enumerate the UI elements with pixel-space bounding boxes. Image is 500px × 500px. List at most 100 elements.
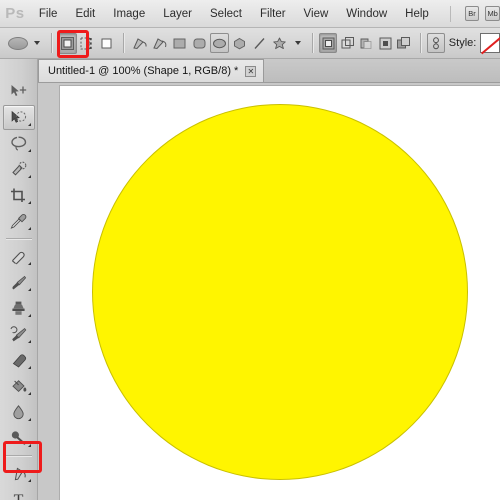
- clone-stamp-tool[interactable]: [3, 296, 35, 321]
- pen-tool-button[interactable]: [130, 33, 149, 53]
- dodge-icon: [11, 431, 26, 445]
- lasso-tool[interactable]: [3, 131, 35, 156]
- menu-window[interactable]: Window: [337, 0, 396, 28]
- options-bar: Style:: [0, 28, 500, 59]
- line-tool-button[interactable]: [250, 33, 269, 53]
- rectangle-icon: [173, 38, 186, 48]
- toolbar-divider-1: [5, 238, 32, 239]
- canvas-area[interactable]: [38, 83, 500, 500]
- intersect-shape-areas-button[interactable]: [376, 33, 394, 53]
- ellipse-tool-button[interactable]: [210, 33, 230, 53]
- rectangle-tool-button[interactable]: [170, 33, 189, 53]
- spot-healing-brush-tool[interactable]: [3, 244, 35, 269]
- shape-layers-mode-button[interactable]: [57, 32, 77, 54]
- submenu-indicator: [27, 123, 31, 126]
- submenu-indicator: [27, 479, 31, 482]
- document-canvas[interactable]: [59, 85, 500, 500]
- tool-preset-picker[interactable]: [6, 33, 29, 53]
- submenu-indicator: [27, 392, 31, 395]
- ellipse-shape-icon: [7, 36, 28, 50]
- paths-mode-button[interactable]: [78, 33, 97, 54]
- menu-view[interactable]: View: [295, 0, 338, 28]
- freeform-pen-tool-button[interactable]: [150, 33, 169, 53]
- fill-pixels-mode-button[interactable]: [98, 33, 117, 54]
- blur-tool[interactable]: [3, 400, 35, 425]
- no-style-swatch-icon[interactable]: [480, 33, 500, 53]
- menu-select[interactable]: Select: [201, 0, 251, 28]
- paint-bucket-icon: [12, 380, 27, 393]
- history-brush-tool[interactable]: [3, 322, 35, 347]
- menubar-divider: [449, 5, 451, 22]
- new-shape-layer-button[interactable]: [319, 33, 338, 53]
- eraser-tool[interactable]: [3, 348, 35, 373]
- marquee-tool[interactable]: [2, 105, 35, 130]
- submenu-indicator: [27, 262, 31, 265]
- quick-selection-icon: [12, 161, 27, 176]
- bridge-button[interactable]: Br: [464, 6, 480, 21]
- eraser-icon: [12, 354, 27, 368]
- mini-bridge-button[interactable]: Mb: [485, 6, 500, 21]
- paint-bucket-tool[interactable]: [3, 374, 35, 399]
- pen-icon: [14, 467, 26, 481]
- paths-icon: [80, 37, 92, 49]
- blur-droplet-icon: [13, 405, 24, 420]
- pen-icon: [133, 37, 147, 49]
- custom-shape-tool-button[interactable]: [270, 33, 289, 53]
- rectangular-marquee-icon: [11, 110, 27, 123]
- chevron-down-icon[interactable]: [34, 41, 41, 45]
- type-tool[interactable]: T: [3, 487, 35, 500]
- subtract-from-shape-area-button[interactable]: [357, 33, 375, 53]
- submenu-indicator: [27, 314, 31, 317]
- close-icon[interactable]: ✕: [245, 65, 257, 77]
- exclude-shape-icon: [397, 36, 411, 48]
- document-tab[interactable]: Untitled-1 @ 100% (Shape 1, RGB/8) * ✕: [38, 59, 265, 82]
- type-t-icon: T: [14, 492, 24, 500]
- submenu-indicator: [27, 288, 31, 291]
- photoshop-window: Ps File Edit Image Layer Select Filter V…: [0, 0, 500, 500]
- intersect-shape-icon: [379, 37, 392, 49]
- ellipse-icon: [213, 38, 227, 48]
- quick-selection-tool[interactable]: [3, 157, 35, 182]
- fill-pixels-icon: [101, 38, 112, 48]
- shape-layers-icon: [60, 36, 74, 50]
- submenu-indicator: [27, 227, 31, 230]
- menu-edit[interactable]: Edit: [66, 0, 104, 28]
- options-divider-3: [312, 33, 314, 53]
- add-to-shape-area-button[interactable]: [338, 33, 356, 53]
- document-tab-title: Untitled-1 @ 100% (Shape 1, RGB/8) *: [48, 65, 239, 77]
- menu-help[interactable]: Help: [396, 0, 438, 28]
- clone-stamp-icon: [12, 301, 25, 315]
- brush-tool[interactable]: [3, 270, 35, 295]
- menu-file[interactable]: File: [30, 0, 67, 28]
- submenu-indicator: [27, 201, 31, 204]
- options-divider-4: [419, 33, 421, 53]
- submenu-indicator: [27, 149, 31, 152]
- dodge-tool[interactable]: [3, 426, 35, 451]
- document-tab-bar: Untitled-1 @ 100% (Shape 1, RGB/8) * ✕: [38, 59, 500, 83]
- crop-tool[interactable]: [3, 183, 35, 208]
- layer-style-icon: [432, 36, 439, 49]
- polygon-tool-button[interactable]: [230, 33, 249, 53]
- yellow-circle-shape[interactable]: [93, 105, 467, 479]
- style-label: Style:: [448, 37, 477, 49]
- shape-options-chevron-down-icon[interactable]: [295, 41, 302, 45]
- eyedropper-tool[interactable]: [3, 209, 35, 234]
- photoshop-logo: Ps: [5, 5, 25, 22]
- rounded-rectangle-icon: [193, 38, 206, 48]
- pen-tool[interactable]: [3, 461, 35, 486]
- layer-style-button[interactable]: [426, 33, 445, 53]
- crop-icon: [11, 188, 25, 202]
- move-icon: [11, 85, 27, 96]
- line-icon: [254, 37, 265, 49]
- submenu-indicator: [27, 418, 31, 421]
- submenu-indicator: [27, 175, 31, 178]
- toolbar-divider-2: [5, 455, 32, 456]
- exclude-overlapping-shapes-button[interactable]: [395, 33, 413, 53]
- rounded-rectangle-tool-button[interactable]: [190, 33, 209, 53]
- menu-layer[interactable]: Layer: [154, 0, 201, 28]
- menu-image[interactable]: Image: [104, 0, 154, 28]
- options-divider: [51, 33, 52, 53]
- subtract-from-shape-icon: [360, 38, 371, 49]
- move-tool[interactable]: [3, 79, 35, 104]
- menu-filter[interactable]: Filter: [251, 0, 295, 28]
